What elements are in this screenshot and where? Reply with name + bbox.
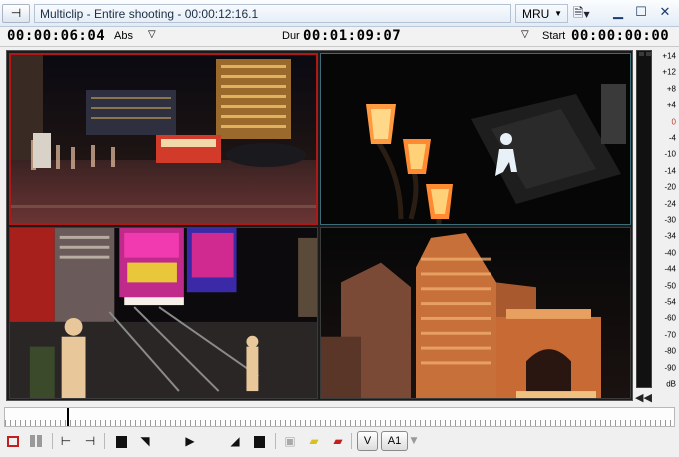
go-to-start-icon: ⊢	[60, 434, 72, 448]
clear-marks-icon: ▰	[333, 434, 343, 448]
start-timecode[interactable]: 00:00:00:00	[571, 28, 669, 44]
overwrite-clip-icon: ▰	[309, 434, 319, 448]
start-dropdown[interactable]: ▽	[521, 29, 529, 40]
meter-scale-label: +8	[666, 84, 676, 94]
street-lamps-image	[321, 54, 630, 224]
clear-marks-button[interactable]: ▰	[329, 432, 347, 450]
meter-scale-label: +14	[662, 51, 676, 61]
meter-scale-label: -90	[664, 363, 676, 373]
start-label: Start	[542, 30, 566, 42]
show-all-cameras-button[interactable]	[5, 432, 21, 450]
multicam-icon	[7, 436, 19, 447]
pin-button[interactable]: ⊣	[2, 4, 30, 23]
transport-toolbar: ⊢ ⊣ ◥ ▶ ◢ ▣ ▰ ▰ V A1 ▼	[0, 429, 679, 457]
meter-scale-label: -34	[664, 231, 676, 241]
separator	[275, 433, 276, 449]
maximize-icon: ☐	[635, 5, 647, 20]
separator	[52, 433, 53, 449]
duration-label: Dur	[282, 30, 300, 42]
meter-scale-label: -24	[664, 199, 676, 209]
meter-scale-label: -40	[664, 248, 676, 258]
close-button[interactable]: ✕	[656, 4, 674, 22]
camera-4-view[interactable]	[320, 227, 631, 399]
pin-icon: ⊣	[10, 6, 22, 20]
close-icon: ✕	[659, 5, 671, 20]
timecode-bar: 00:00:06:04 Abs ▽ Dur 00:01:09:07 ▽ Star…	[0, 27, 679, 47]
separator	[104, 433, 105, 449]
chevron-down-icon: ▼	[410, 436, 418, 446]
go-to-in-button[interactable]: ◥	[137, 432, 153, 450]
playhead[interactable]	[67, 408, 69, 426]
go-to-end-button[interactable]: ⊣	[82, 432, 98, 450]
meter-scale-label: 0	[671, 117, 676, 127]
camera-3-view[interactable]	[9, 227, 318, 399]
properties-icon: 🗎	[573, 6, 584, 21]
go-to-end-icon: ⊣	[84, 434, 96, 448]
meter-scale-label: -10	[664, 149, 676, 159]
meter-scale-label: -54	[664, 297, 676, 307]
chevron-down-icon: ▽	[148, 29, 156, 40]
meter-scale-label: dB	[666, 379, 676, 389]
grid-layout-button[interactable]	[28, 432, 44, 450]
multiclip-grid	[6, 50, 633, 401]
meter-scale-label: -70	[664, 330, 676, 340]
separator	[351, 433, 352, 449]
properties-button[interactable]: 🗎▼	[573, 5, 603, 23]
meter-scale-label: -50	[664, 281, 676, 291]
mark-in-icon	[115, 435, 127, 448]
duration-timecode[interactable]: 00:01:09:07	[303, 28, 401, 44]
insert-clip-button[interactable]: ▣	[282, 432, 298, 450]
maximize-button[interactable]: ☐	[632, 4, 650, 22]
grid-icon	[30, 435, 42, 447]
meter-scale-label: -80	[664, 346, 676, 356]
chevron-down-icon: ▽	[521, 29, 529, 40]
casino-entrance-image	[10, 228, 317, 398]
mark-in-button[interactable]	[113, 432, 129, 450]
overwrite-clip-button[interactable]: ▰	[305, 432, 323, 450]
go-to-start-button[interactable]: ⊢	[58, 432, 74, 450]
track-a1-button[interactable]: A1	[381, 431, 408, 451]
street-scene-image	[11, 55, 316, 223]
meter-scale-label: +4	[666, 100, 676, 110]
meter-scale-label: -20	[664, 182, 676, 192]
meter-scale-label: +12	[662, 67, 676, 77]
position-mode-label: Abs	[114, 30, 133, 42]
mru-dropdown[interactable]: MRU ▼	[515, 4, 568, 23]
speaker-icon: ◀◀	[635, 391, 652, 404]
minimize-icon: ▁	[613, 5, 623, 20]
meter-scale-label: -60	[664, 313, 676, 323]
tracks-dropdown[interactable]: ▼	[409, 432, 419, 450]
minimize-button[interactable]: ▁	[609, 4, 627, 22]
mute-button[interactable]: ◀◀	[635, 391, 652, 404]
audio-level-meter	[636, 50, 652, 388]
camera-2-view[interactable]	[320, 53, 631, 225]
insert-clip-icon: ▣	[284, 434, 296, 448]
position-timecode[interactable]: 00:00:06:04	[7, 28, 105, 44]
mru-label: MRU	[522, 7, 550, 21]
title-bar: ⊣ Multiclip - Entire shooting - 00:00:12…	[0, 0, 679, 27]
play-button[interactable]: ▶	[182, 432, 198, 450]
camera-1-view[interactable]	[9, 53, 318, 225]
go-to-out-button[interactable]: ◢	[227, 432, 243, 450]
window-title: Multiclip - Entire shooting - 00:00:12:1…	[34, 4, 511, 23]
mark-out-icon	[253, 435, 265, 448]
play-icon: ▶	[185, 434, 195, 448]
position-mode-dropdown[interactable]: ▽	[148, 29, 156, 40]
timeline-ticks	[5, 420, 674, 426]
meter-scale-label: -14	[664, 166, 676, 176]
meter-scale-label: -4	[668, 133, 676, 143]
go-to-in-icon: ◥	[140, 434, 150, 448]
meter-scale-label: -44	[664, 264, 676, 274]
chevron-down-icon: ▼	[554, 9, 562, 18]
track-v-button[interactable]: V	[357, 431, 378, 451]
timeline-scrubber[interactable]	[4, 407, 675, 427]
go-to-out-icon: ◢	[230, 434, 240, 448]
mark-out-button[interactable]	[251, 432, 267, 450]
meter-scale: +14 +12 +8 +4 0 -4 -10 -14 -20 -24 -30 -34 -40 -44 -50…	[653, 50, 679, 390]
hotel-facade-image	[321, 228, 630, 398]
meter-scale-label: -30	[664, 215, 676, 225]
chevron-down-icon: ▼	[583, 10, 590, 19]
